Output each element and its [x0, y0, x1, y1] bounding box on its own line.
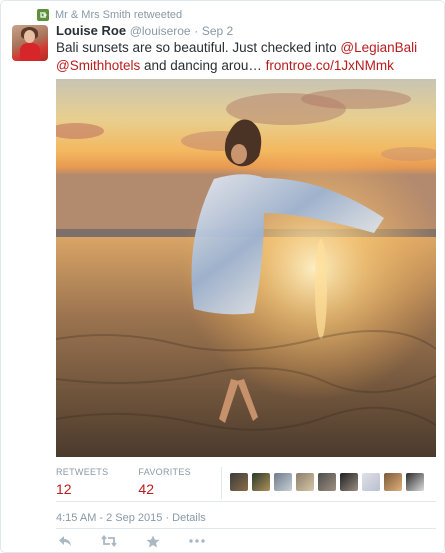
favoriter-avatar[interactable] — [251, 473, 270, 491]
mention-legianbali[interactable]: @LegianBali — [340, 40, 417, 55]
favoriter-avatar[interactable] — [229, 473, 248, 491]
favorites-label: FAVORITES — [138, 467, 191, 477]
retweets-count: 12 — [56, 481, 72, 497]
tweet-timestamp[interactable]: 4:15 AM - 2 Sep 2015 · Details — [56, 512, 206, 524]
more-icon[interactable] — [188, 533, 206, 549]
tweet-link[interactable]: frontroe.co/1JxNMmk — [266, 58, 394, 73]
divider — [56, 501, 436, 502]
tweet-text-part-1: Bali sunsets are so beautiful. Just chec… — [56, 40, 341, 55]
favoriter-avatar[interactable] — [317, 473, 336, 491]
tweet-header: Louise Roe @louiseroe · Sep 2 — [56, 23, 233, 38]
separator: · — [194, 24, 199, 38]
retweets-stat[interactable]: RETWEETS 12 — [56, 467, 108, 497]
retweet-icon[interactable] — [100, 533, 118, 549]
favoriter-avatar[interactable] — [405, 473, 424, 491]
tweet-text: Bali sunsets are so beautiful. Just chec… — [56, 39, 436, 75]
favoriter-avatars — [229, 473, 428, 491]
favorite-icon[interactable] — [144, 533, 162, 549]
tweet-actions — [56, 532, 232, 550]
reply-icon[interactable] — [56, 533, 74, 549]
favoriter-avatar[interactable] — [361, 473, 380, 491]
divider — [56, 528, 436, 529]
author-name[interactable]: Louise Roe — [56, 23, 126, 38]
author-handle[interactable]: @louiseroe — [130, 24, 191, 38]
favorites-stat[interactable]: FAVORITES 42 — [138, 467, 191, 497]
retweets-label: RETWEETS — [56, 467, 109, 477]
favoriter-avatar[interactable] — [273, 473, 292, 491]
avatar[interactable] — [12, 25, 48, 61]
favorites-count: 42 — [138, 481, 154, 497]
tweet-date[interactable]: Sep 2 — [202, 24, 233, 38]
favoriter-avatar[interactable] — [383, 473, 402, 491]
retweet-context-text: Mr & Mrs Smith retweeted — [55, 9, 183, 21]
tweet-photo[interactable] — [56, 79, 436, 457]
favoriter-avatar[interactable] — [295, 473, 314, 491]
mention-smithhotels[interactable]: @Smithhotels — [56, 58, 140, 73]
favoriter-avatar[interactable] — [339, 473, 358, 491]
tweet-stats: RETWEETS 12 FAVORITES 42 — [56, 467, 436, 499]
tweet-card: Mr & Mrs Smith retweeted Louise Roe @lou… — [0, 0, 445, 553]
retweet-context[interactable]: Mr & Mrs Smith retweeted — [37, 8, 182, 22]
stats-divider — [220, 467, 222, 499]
retweet-icon — [37, 9, 49, 21]
tweet-text-part-2: and dancing arou… — [140, 58, 266, 73]
